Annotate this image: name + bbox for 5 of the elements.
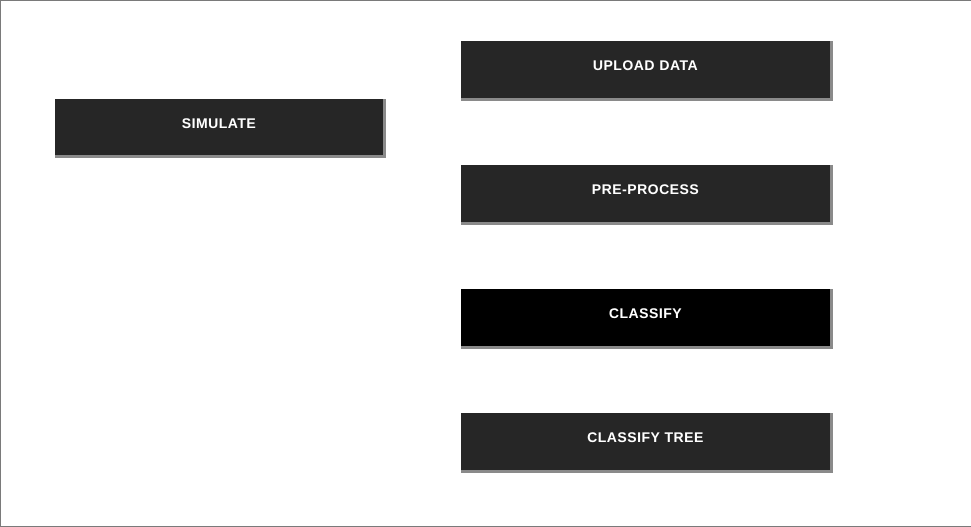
action-button[interactable]: UPLOAD DATA [461, 41, 833, 101]
action-button[interactable]: CLASSIFY [461, 289, 833, 349]
action-button[interactable]: PRE-PROCESS [461, 165, 833, 225]
action-button[interactable]: SIMULATE [55, 99, 386, 158]
action-button[interactable]: CLASSIFY TREE [461, 413, 833, 473]
